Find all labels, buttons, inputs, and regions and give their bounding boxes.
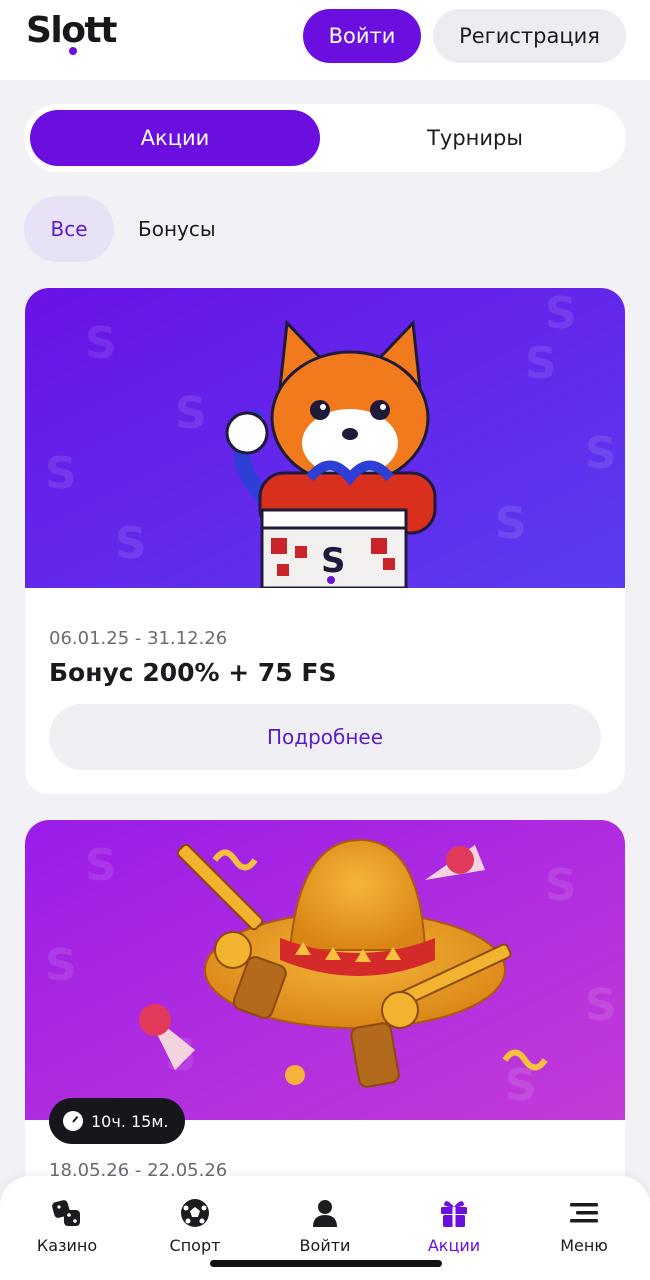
countdown-timer: 10ч. 15м. [49,1098,185,1144]
user-icon [308,1196,342,1230]
section-tabs: Акции Турниры [24,104,626,172]
logo[interactable]: Slott [26,10,117,51]
menu-icon [567,1196,601,1230]
svg-text:S: S [585,980,617,1031]
nav-label: Меню [560,1236,608,1255]
svg-text:S: S [495,498,527,549]
svg-text:S: S [545,860,577,911]
tab-tournaments[interactable]: Турниры [330,110,620,166]
tab-promotions[interactable]: Акции [30,110,320,166]
svg-text:S: S [175,388,207,439]
svg-text:S: S [321,541,346,581]
svg-text:S: S [85,318,117,369]
nav-label: Спорт [169,1236,221,1255]
promo-dates: 06.01.25 - 31.12.26 [49,628,228,649]
details-button[interactable]: Подробнее [49,704,601,770]
sombrero-revolvers-banner[interactable]: SSS SSS [25,820,625,1120]
clock-icon [63,1111,83,1131]
nav-menu[interactable]: Меню [529,1196,639,1256]
dice-icon [50,1196,84,1230]
soccer-ball-icon [178,1196,212,1230]
filter-all[interactable]: Все [24,196,114,262]
svg-text:S: S [45,940,77,991]
nav-label: Казино [36,1236,98,1255]
nav-sport[interactable]: Спорт [140,1196,250,1256]
svg-text:S: S [585,428,617,479]
svg-text:S: S [85,840,117,891]
nav-promotions[interactable]: Акции [399,1196,509,1256]
logo-dot [69,47,77,55]
nav-label: Акции [427,1236,481,1255]
nav-casino[interactable]: Казино [12,1196,122,1256]
fox-gift-banner[interactable]: SSS SSS SS S [25,288,625,588]
timer-text: 10ч. 15м. [91,1111,169,1131]
gift-icon [437,1196,471,1230]
svg-text:S: S [545,288,577,339]
login-button[interactable]: Войти [303,9,421,63]
svg-text:S: S [525,338,557,389]
svg-text:S: S [45,448,77,499]
home-indicator [210,1260,442,1267]
promo-card[interactable]: SSS SSS SS S 06.01.25 - 31.12.26 Бонус 2… [25,288,625,794]
nav-label: Войти [299,1236,351,1255]
top-header: Slott Войти Регистрация [0,0,650,80]
register-button[interactable]: Регистрация [433,9,626,63]
nav-login[interactable]: Войти [270,1196,380,1256]
promo-title: Бонус 200% + 75 FS [49,658,337,687]
filter-bonuses[interactable]: Бонусы [138,196,216,262]
svg-text:S: S [115,518,147,569]
